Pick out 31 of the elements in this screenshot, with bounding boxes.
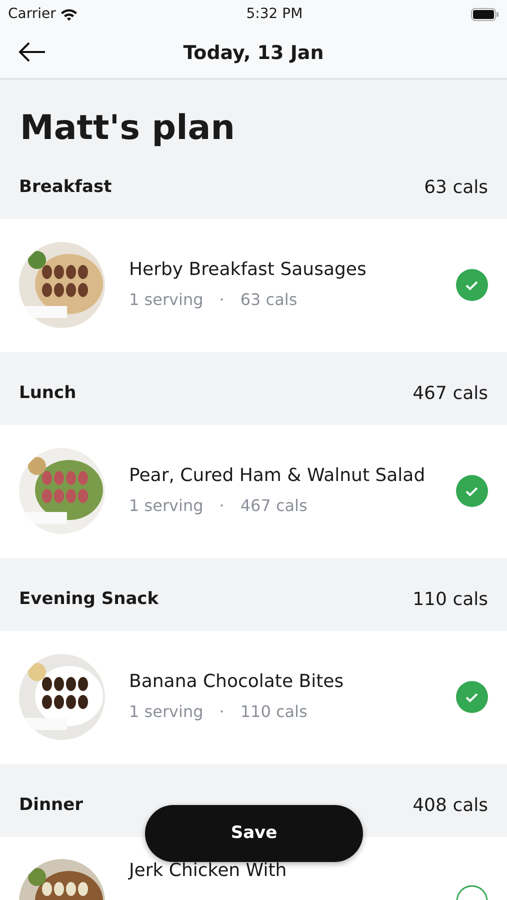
separator-dot: · bbox=[219, 289, 224, 312]
serving-size: 1 serving bbox=[129, 701, 204, 724]
recipe-calories: 110 cals bbox=[240, 701, 308, 724]
wifi-icon bbox=[60, 8, 78, 20]
meal-name: Breakfast bbox=[19, 176, 112, 200]
meal-name: Lunch bbox=[19, 382, 76, 406]
separator-dot: · bbox=[219, 495, 224, 518]
separator-dot: · bbox=[219, 701, 224, 724]
check-icon[interactable] bbox=[456, 269, 488, 302]
serving-size: 1 serving bbox=[129, 289, 204, 312]
recipe-title[interactable]: Pear, Cured Ham & Walnut Salad bbox=[129, 464, 432, 488]
screen-title: Today, 13 Jan bbox=[183, 40, 324, 66]
meal-calories: 467 cals bbox=[412, 382, 488, 406]
recipe-calories: 63 cals bbox=[240, 289, 298, 312]
plan-title: Matt's plan bbox=[19, 107, 236, 150]
serving-size: 1 serving bbox=[129, 495, 204, 518]
meal-calories: 63 cals bbox=[424, 176, 488, 200]
recipe-title[interactable]: Banana Chocolate Bites bbox=[129, 670, 432, 694]
back-arrow-icon[interactable] bbox=[18, 42, 46, 62]
check-icon[interactable] bbox=[456, 475, 488, 508]
battery-icon bbox=[471, 8, 499, 20]
carrier-name: Carrier bbox=[8, 4, 56, 24]
save-button[interactable]: Save bbox=[145, 805, 363, 862]
status-time: 5:32 PM bbox=[246, 4, 303, 24]
meal-calories: 110 cals bbox=[412, 588, 488, 612]
recipe-calories: 467 cals bbox=[240, 495, 308, 518]
meal-name: Evening Snack bbox=[19, 588, 159, 612]
meal-calories: 408 cals bbox=[412, 794, 488, 818]
recipe-title[interactable]: Herby Breakfast Sausages bbox=[129, 258, 432, 282]
check-icon[interactable] bbox=[456, 681, 488, 714]
meal-name: Dinner bbox=[19, 794, 84, 818]
